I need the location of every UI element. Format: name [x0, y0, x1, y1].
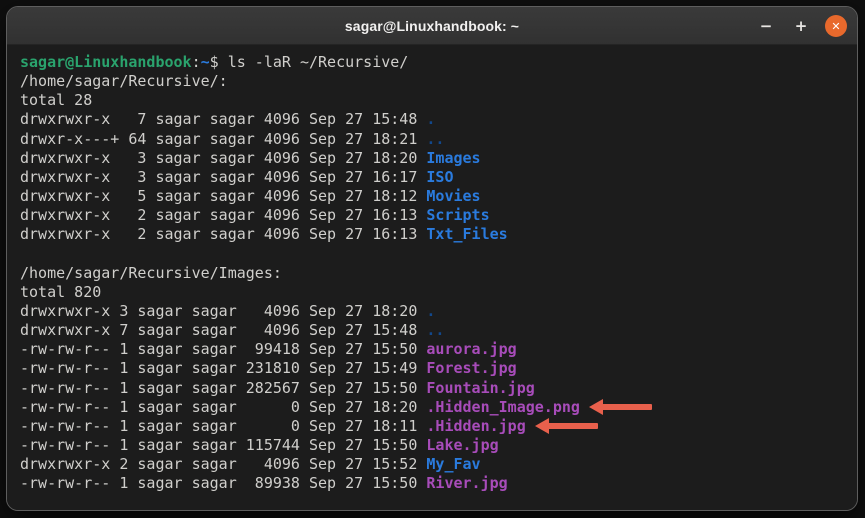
file-meta: -rw-rw-r-- 1 sagar sagar 0 Sep 27 18:20	[20, 397, 427, 416]
file-meta: drwxrwxr-x 7 sagar sagar 4096 Sep 27 15:…	[20, 321, 427, 340]
terminal-line: -rw-rw-r-- 1 sagar sagar 282567 Sep 27 1…	[20, 379, 857, 398]
prompt-separator: :	[191, 53, 201, 71]
command-text: $ ls -laR ~/Recursive/	[209, 53, 409, 71]
titlebar[interactable]: sagar@Linuxhandbook: ~ − + ✕	[7, 7, 857, 45]
terminal-line: /home/sagar/Recursive/:	[20, 72, 857, 91]
maximize-button[interactable]: +	[790, 15, 812, 37]
file-name: .Hidden.jpg	[426, 416, 526, 435]
terminal-line: drwxrwxr-x 3 sagar sagar 4096 Sep 27 16:…	[20, 168, 857, 187]
dir-name: Scripts	[426, 206, 490, 225]
dir-name: Images	[426, 148, 481, 167]
terminal-line: drwxrwxr-x 7 sagar sagar 4096 Sep 27 15:…	[20, 321, 857, 340]
annotation-arrow-icon	[601, 404, 652, 411]
file-meta: -rw-rw-r-- 1 sagar sagar 0 Sep 27 18:11	[20, 416, 427, 435]
file-name: Fountain.jpg	[426, 378, 535, 397]
file-meta: -rw-rw-r-- 1 sagar sagar 99418 Sep 27 15…	[20, 340, 427, 359]
dir-name: ..	[426, 321, 445, 340]
minimize-button[interactable]: −	[755, 15, 777, 37]
prompt-user: sagar@Linuxhandbook	[20, 53, 192, 71]
file-name: River.jpg	[426, 474, 508, 493]
close-button[interactable]: ✕	[825, 15, 847, 37]
dir-name: ISO	[426, 167, 454, 186]
dir-name: Movies	[426, 187, 481, 206]
terminal-line: -rw-rw-r-- 1 sagar sagar 89938 Sep 27 15…	[20, 474, 857, 493]
terminal-screen[interactable]: sagar@Linuxhandbook:~$ ls -laR ~/Recursi…	[7, 45, 857, 510]
file-meta: drwxrwxr-x 3 sagar sagar 4096 Sep 27 18:…	[20, 148, 427, 167]
terminal-line: drwxrwxr-x 3 sagar sagar 4096 Sep 27 18:…	[20, 149, 857, 168]
terminal-line: drwxrwxr-x 2 sagar sagar 4096 Sep 27 16:…	[20, 206, 857, 225]
file-meta: drwxrwxr-x 7 sagar sagar 4096 Sep 27 15:…	[20, 110, 427, 129]
file-name: aurora.jpg	[426, 340, 517, 359]
terminal-line: drwxrwxr-x 2 sagar sagar 4096 Sep 27 16:…	[20, 225, 857, 244]
terminal-line: drwxrwxr-x 3 sagar sagar 4096 Sep 27 18:…	[20, 302, 857, 321]
window-controls: − + ✕	[755, 7, 847, 45]
file-meta: drwxrwxr-x 2 sagar sagar 4096 Sep 27 16:…	[20, 225, 427, 244]
terminal-line: -rw-rw-r-- 1 sagar sagar 0 Sep 27 18:11 …	[20, 417, 857, 436]
dir-name: .	[426, 302, 436, 321]
dir-header: /home/sagar/Recursive/:	[20, 72, 228, 91]
file-name: .Hidden_Image.png	[426, 397, 580, 416]
total-line: total 820	[20, 282, 102, 301]
terminal-line: -rw-rw-r-- 1 sagar sagar 99418 Sep 27 15…	[20, 340, 857, 359]
terminal-line: -rw-rw-r-- 1 sagar sagar 231810 Sep 27 1…	[20, 359, 857, 378]
dir-name: ..	[426, 129, 445, 148]
terminal-line: -rw-rw-r-- 1 sagar sagar 0 Sep 27 18:20 …	[20, 398, 857, 417]
file-name: Lake.jpg	[426, 436, 499, 455]
terminal-line: sagar@Linuxhandbook:~$ ls -laR ~/Recursi…	[20, 53, 857, 72]
dir-name: My_Fav	[426, 455, 481, 474]
file-meta: -rw-rw-r-- 1 sagar sagar 115744 Sep 27 1…	[20, 436, 427, 455]
terminal-line: drwxrwxr-x 2 sagar sagar 4096 Sep 27 15:…	[20, 455, 857, 474]
window-title: sagar@Linuxhandbook: ~	[344, 17, 520, 34]
file-meta: drwxrwxr-x 2 sagar sagar 4096 Sep 27 16:…	[20, 206, 427, 225]
terminal-window: sagar@Linuxhandbook: ~ − + ✕ sagar@Linux…	[6, 6, 858, 511]
terminal-line: drwxrwxr-x 5 sagar sagar 4096 Sep 27 18:…	[20, 187, 857, 206]
total-line: total 28	[20, 91, 93, 110]
file-meta: drwxrwxr-x 2 sagar sagar 4096 Sep 27 15:…	[20, 455, 427, 474]
terminal-line: drwxrwxr-x 7 sagar sagar 4096 Sep 27 15:…	[20, 110, 857, 129]
file-meta: -rw-rw-r-- 1 sagar sagar 89938 Sep 27 15…	[20, 474, 427, 493]
terminal-line: drwxr-x---+ 64 sagar sagar 4096 Sep 27 1…	[20, 130, 857, 149]
dir-name: .	[426, 110, 436, 129]
annotation-arrow-icon	[547, 423, 598, 430]
dir-name: Txt_Files	[426, 225, 508, 244]
file-meta: drwxr-x---+ 64 sagar sagar 4096 Sep 27 1…	[20, 129, 427, 148]
file-meta: drwxrwxr-x 5 sagar sagar 4096 Sep 27 18:…	[20, 187, 427, 206]
file-meta: -rw-rw-r-- 1 sagar sagar 282567 Sep 27 1…	[20, 378, 427, 397]
terminal-line: /home/sagar/Recursive/Images:	[20, 264, 857, 283]
prompt-path: ~	[200, 53, 210, 71]
terminal-line: total 28	[20, 91, 857, 110]
file-meta: drwxrwxr-x 3 sagar sagar 4096 Sep 27 18:…	[20, 302, 427, 321]
terminal-line: -rw-rw-r-- 1 sagar sagar 115744 Sep 27 1…	[20, 436, 857, 455]
dir-header: /home/sagar/Recursive/Images:	[20, 263, 282, 282]
terminal-line: total 820	[20, 283, 857, 302]
file-name: Forest.jpg	[426, 359, 517, 378]
file-meta: -rw-rw-r-- 1 sagar sagar 231810 Sep 27 1…	[20, 359, 427, 378]
file-meta: drwxrwxr-x 3 sagar sagar 4096 Sep 27 16:…	[20, 167, 427, 186]
